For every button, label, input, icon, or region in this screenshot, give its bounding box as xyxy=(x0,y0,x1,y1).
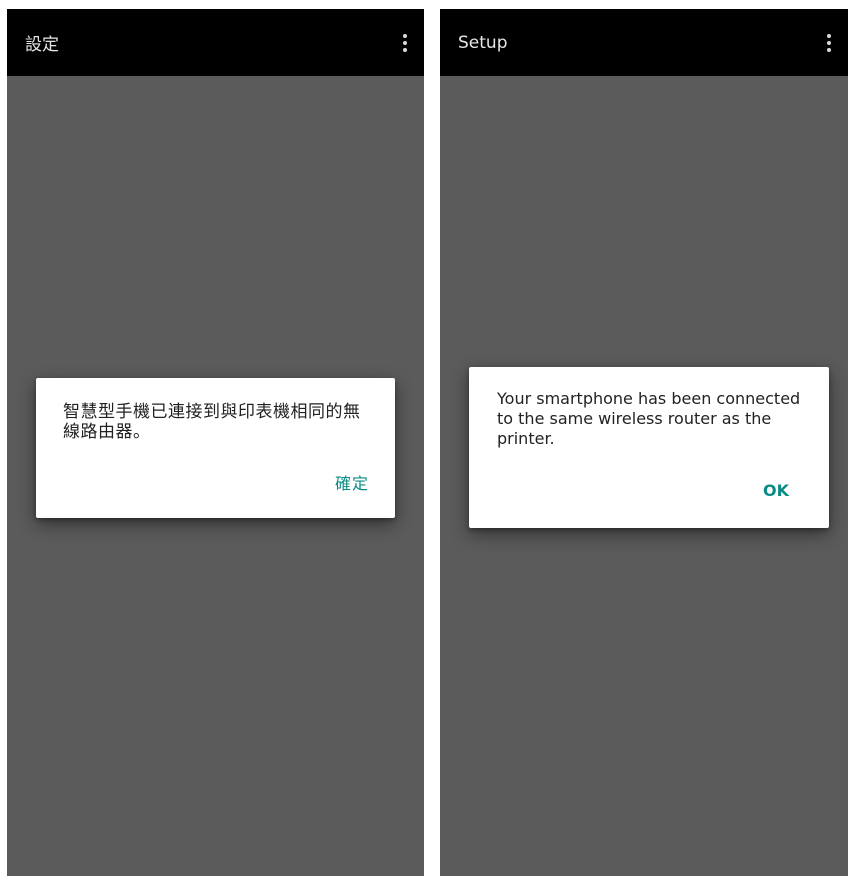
alert-dialog: Your smartphone has been connected to th… xyxy=(469,367,829,528)
phone-screen-english: Setup Your smartphone has been connected… xyxy=(440,9,848,876)
more-vert-icon[interactable] xyxy=(398,32,412,54)
dialog-actions: OK xyxy=(763,481,789,500)
app-bar: 設定 xyxy=(7,9,424,76)
phone-screen-chinese: 設定 智慧型手機已連接到與印表機相同的無線路由器。 確定 xyxy=(7,9,424,876)
app-bar-title: 設定 xyxy=(25,35,59,55)
app-bar-title: Setup xyxy=(458,32,508,53)
ok-button[interactable]: 確定 xyxy=(335,470,369,494)
app-bar: Setup xyxy=(440,9,848,76)
alert-dialog: 智慧型手機已連接到與印表機相同的無線路由器。 確定 xyxy=(36,378,395,518)
dialog-message: Your smartphone has been connected to th… xyxy=(497,389,801,448)
ok-button[interactable]: OK xyxy=(763,481,789,500)
more-vert-icon[interactable] xyxy=(822,32,836,54)
dialog-actions: 確定 xyxy=(335,470,369,494)
dialog-message: 智慧型手機已連接到與印表機相同的無線路由器。 xyxy=(63,402,361,442)
